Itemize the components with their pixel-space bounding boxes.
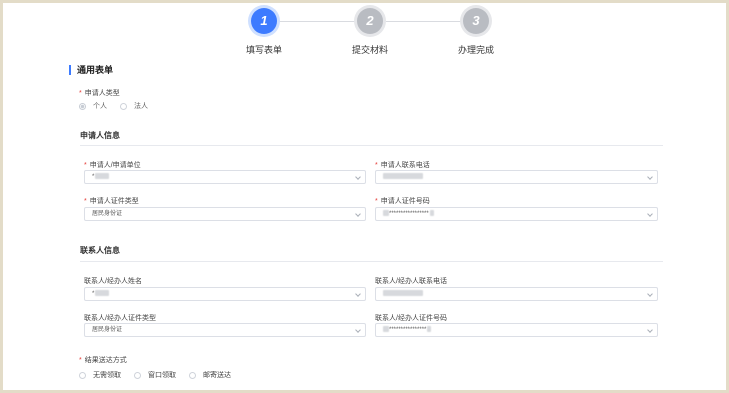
radio-legal-entity[interactable]: 法人 — [120, 101, 148, 111]
required-mark: * — [375, 162, 378, 169]
contact-id-no-value: **************** — [389, 327, 427, 333]
radio-dot[interactable] — [79, 102, 86, 110]
radio-label: 个人 — [93, 103, 107, 110]
redacted-text — [429, 210, 434, 217]
step-3: 3 办理完成 — [436, 8, 516, 56]
required-mark: * — [84, 162, 87, 169]
applicant-name-select[interactable]: * — [84, 170, 366, 184]
step-2-circle: 2 — [357, 8, 383, 34]
applicant-id-no-label-text: 申请人证件号码 — [380, 198, 430, 205]
contact-phone-label: 联系人/经办人联系电话 — [375, 278, 447, 285]
contact-id-type-value: 居民身份证 — [92, 327, 123, 333]
chevron-down-icon — [355, 291, 361, 297]
contact-id-type-select[interactable]: 居民身份证 — [84, 323, 366, 337]
progress-steps: 1 填写表单 2 提交材料 3 办理完成 — [3, 8, 729, 58]
applicant-name-label: * 申请人/申请单位 — [84, 160, 141, 170]
applicant-type-label-text: 申请人类型 — [84, 90, 120, 97]
required-mark: * — [79, 357, 82, 364]
chevron-down-icon — [355, 174, 361, 180]
delivery-label-text: 结果送达方式 — [84, 357, 127, 364]
contact-info-title: 联系人信息 — [80, 246, 120, 255]
redacted-text — [383, 326, 389, 333]
applicant-info-title: 申请人信息 — [80, 131, 120, 140]
radio-mail-delivery[interactable]: 邮寄送达 — [189, 370, 231, 380]
page-frame: 1 填写表单 2 提交材料 3 办理完成 通用表单 * 申请人类型 个人 法人 申… — [0, 0, 729, 393]
step-1-circle: 1 — [251, 8, 277, 34]
chevron-down-icon — [647, 291, 653, 297]
redacted-text — [95, 290, 110, 297]
applicant-phone-select[interactable] — [375, 170, 658, 184]
contact-id-no-select[interactable]: **************** — [375, 323, 658, 337]
step-1-label: 填写表单 — [245, 45, 282, 55]
redacted-text — [427, 326, 432, 333]
chevron-down-icon — [647, 174, 653, 180]
redacted-text — [383, 210, 389, 217]
step-2: 2 提交材料 — [330, 8, 410, 56]
step-1: 1 填写表单 — [224, 8, 304, 56]
chevron-down-icon — [355, 327, 361, 333]
applicant-id-type-select[interactable]: 居民身份证 — [84, 207, 366, 221]
applicant-id-no-value: ***************** — [389, 211, 429, 217]
radio-label: 邮寄送达 — [203, 372, 231, 379]
delivery-radio-group: 无需领取 窗口领取 邮寄送达 — [79, 370, 244, 380]
chevron-down-icon — [647, 327, 653, 333]
applicant-phone-label-text: 申请人联系电话 — [380, 162, 430, 169]
radio-individual[interactable]: 个人 — [79, 101, 107, 111]
step-3-label: 办理完成 — [457, 45, 494, 55]
applicant-phone-label: * 申请人联系电话 — [375, 160, 430, 170]
contact-phone-select[interactable] — [375, 287, 658, 301]
contact-name-label: 联系人/经办人姓名 — [84, 278, 142, 285]
radio-no-pickup[interactable]: 无需领取 — [79, 370, 121, 380]
chevron-down-icon — [647, 211, 653, 217]
step-2-label: 提交材料 — [351, 45, 388, 55]
radio-dot[interactable] — [79, 371, 86, 379]
applicant-type-label: * 申请人类型 — [79, 88, 120, 98]
applicant-name-value: * — [92, 174, 95, 180]
applicant-id-type-label-text: 申请人证件类型 — [89, 198, 139, 205]
redacted-text — [383, 173, 423, 180]
step-3-circle: 3 — [463, 8, 489, 34]
radio-dot[interactable] — [189, 371, 196, 379]
radio-window-pickup[interactable]: 窗口领取 — [134, 370, 176, 380]
radio-label: 窗口领取 — [148, 372, 176, 379]
radio-dot[interactable] — [120, 102, 127, 110]
radio-label: 无需领取 — [93, 372, 121, 379]
applicant-id-type-label: * 申请人证件类型 — [84, 196, 139, 206]
applicant-type-radio-group: 个人 法人 — [79, 101, 161, 111]
contact-name-value: * — [92, 291, 95, 297]
redacted-text — [95, 173, 110, 180]
form-title: 通用表单 — [69, 65, 113, 75]
applicant-name-label-text: 申请人/申请单位 — [89, 162, 141, 169]
redacted-text — [383, 290, 423, 297]
applicant-id-type-value: 居民身份证 — [92, 211, 123, 217]
divider — [80, 261, 663, 262]
required-mark: * — [79, 90, 82, 97]
contact-id-no-label: 联系人/经办人证件号码 — [375, 315, 447, 322]
delivery-label: * 结果送达方式 — [79, 355, 127, 365]
radio-label: 法人 — [134, 103, 148, 110]
divider — [80, 145, 663, 146]
radio-dot[interactable] — [134, 371, 141, 379]
contact-id-type-label: 联系人/经办人证件类型 — [84, 315, 156, 322]
required-mark: * — [84, 198, 87, 205]
applicant-id-no-select[interactable]: ***************** — [375, 207, 658, 221]
contact-name-select[interactable]: * — [84, 287, 366, 301]
required-mark: * — [375, 198, 378, 205]
applicant-id-no-label: * 申请人证件号码 — [375, 196, 430, 206]
chevron-down-icon — [355, 211, 361, 217]
